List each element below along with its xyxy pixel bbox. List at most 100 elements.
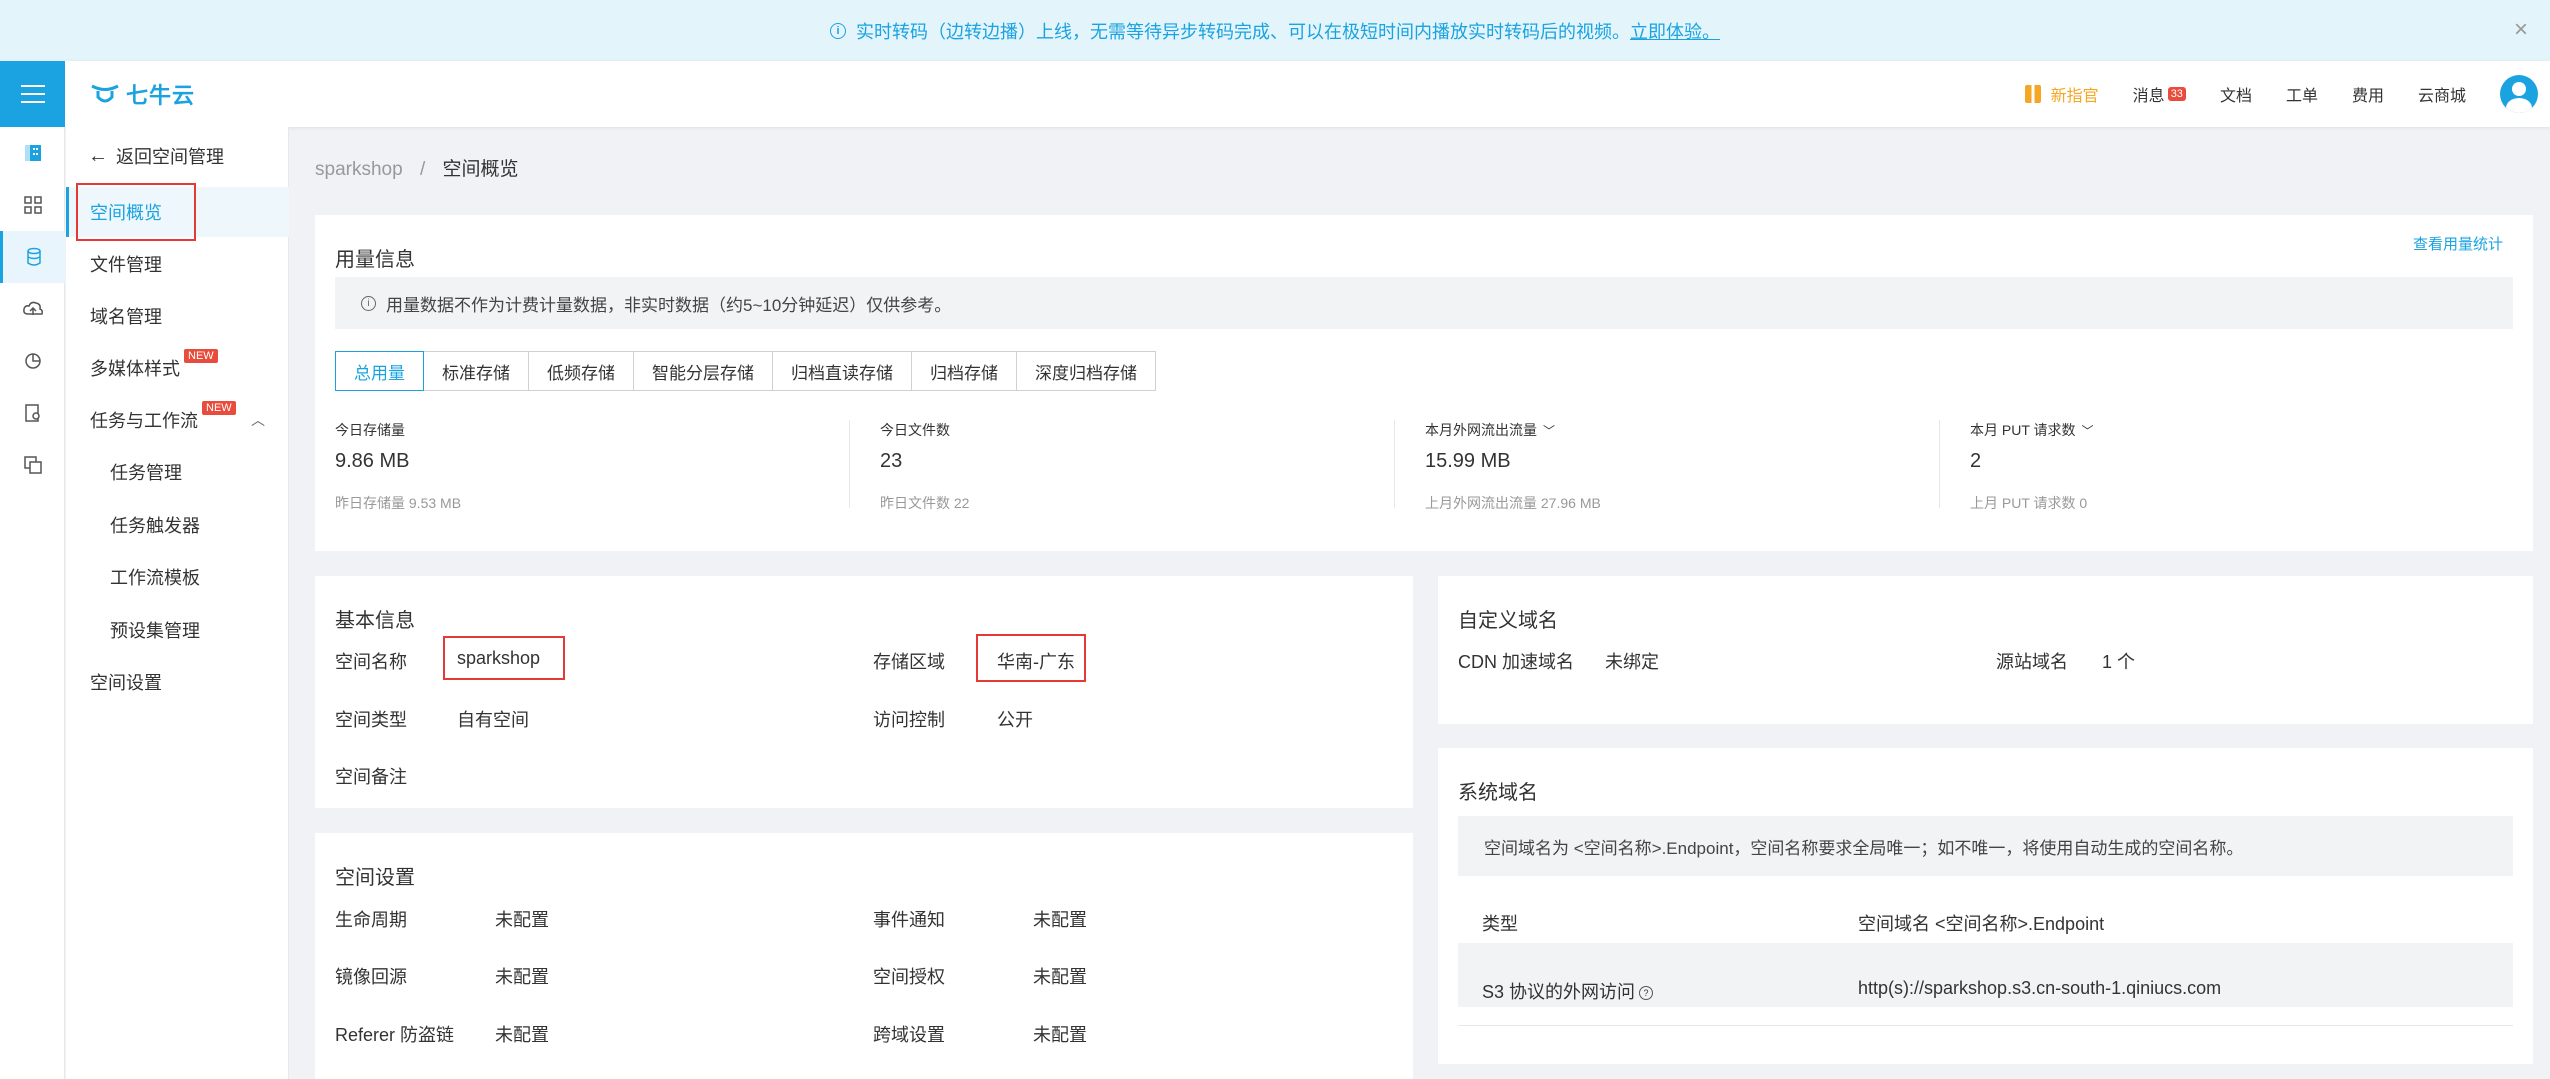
rail-item-media[interactable] <box>0 387 65 439</box>
divider <box>1458 1025 2513 1026</box>
stat-label: 本月 PUT 请求数 <box>1970 422 2076 438</box>
grid-icon <box>23 196 42 214</box>
tab-archive[interactable]: 归档存储 <box>912 352 1017 390</box>
tab-archive-ir[interactable]: 归档直读存储 <box>773 352 912 390</box>
region-value: 华南-广东 <box>997 652 1075 672</box>
usage-notice: i 用量数据不作为计费计量数据，非实时数据（约5~10分钟延迟）仅供参考。 <box>335 277 2513 329</box>
stat-label-dropdown[interactable]: 本月外网流出流量 ﹀ <box>1425 420 1970 440</box>
cdn-domain-value: 未绑定 <box>1605 652 1659 672</box>
help-icon[interactable]: ? <box>1639 986 1654 1001</box>
storage-type-tabs: 总用量 标准存储 低频存储 智能分层存储 归档直读存储 归档存储 深度归档存储 <box>335 351 1156 391</box>
logo-text: 七牛云 <box>126 83 196 108</box>
sidebar-item-label: 任务管理 <box>110 463 182 483</box>
custom-domain-title: 自定义域名 <box>1458 610 1558 632</box>
tickets-link[interactable]: 工单 <box>2286 82 2318 106</box>
breadcrumb-separator: / <box>419 159 426 180</box>
system-domain-title: 系统域名 <box>1458 782 1538 804</box>
usage-title: 用量信息 <box>335 249 415 271</box>
rail-item-other[interactable] <box>0 439 65 491</box>
stat-value: 2 <box>1970 450 1982 472</box>
stat-value: 15.99 MB <box>1425 450 1511 472</box>
messages-label: 消息 <box>2132 88 2165 105</box>
close-icon[interactable]: × <box>2514 16 2528 44</box>
stat-file-count: 今日文件数 23 昨日文件数 22 <box>880 420 1425 520</box>
sidebar-item-media-styles[interactable]: 多媒体样式 NEW <box>66 343 289 393</box>
mall-link[interactable]: 云商城 <box>2418 82 2466 106</box>
info-icon: i <box>830 22 846 39</box>
sidebar-item-label: 工作流模板 <box>110 568 200 588</box>
logo[interactable]: 七牛云 <box>90 78 195 110</box>
sidebar-item-task-triggers[interactable]: 任务触发器 <box>66 500 289 550</box>
region-label: 存储区域 <box>873 652 945 672</box>
sidebar-item-presets[interactable]: 预设集管理 <box>66 605 289 655</box>
s3-access-value: http(s)://sparkshop.s3.cn-south-1.qiniuc… <box>1858 978 2222 998</box>
access-control-label: 访问控制 <box>873 710 945 730</box>
new-guide-link[interactable]: 新指官 <box>2024 82 2099 106</box>
copy-icon <box>23 456 42 474</box>
stat-value: 23 <box>880 450 903 472</box>
rail-item-stats[interactable] <box>0 335 65 387</box>
stat-label: 今日文件数 <box>880 422 950 438</box>
banner-link[interactable]: 立即体验。 <box>1630 18 1720 44</box>
billing-link[interactable]: 费用 <box>2352 82 2384 106</box>
sidebar-item-label: 文件管理 <box>90 255 162 275</box>
breadcrumb: sparkshop / 空间概览 <box>315 154 519 181</box>
chevron-down-icon: ﹀ <box>2081 423 2094 438</box>
docs-link[interactable]: 文档 <box>2220 82 2252 106</box>
rail-item-apps[interactable] <box>0 179 65 231</box>
back-to-buckets-link[interactable]: ← 返回空间管理 <box>88 141 224 171</box>
new-badge: NEW <box>184 349 218 363</box>
announcement-banner: i 实时转码（边转边播）上线，无需等待异步转码完成、可以在极短时间内播放实时转码… <box>0 0 2550 61</box>
sidebar-item-label: 预设集管理 <box>110 621 200 641</box>
view-usage-stats-link[interactable]: 查看用量统计 <box>2413 233 2503 254</box>
rail-item-overview[interactable] <box>0 127 65 179</box>
cdn-domain-label: CDN 加速域名 <box>1458 652 1574 672</box>
sidebar-item-workflow-templates[interactable]: 工作流模板 <box>66 552 289 602</box>
origin-domain-label: 源站域名 <box>1996 652 2068 672</box>
mirror-origin-label: 镜像回源 <box>335 967 407 987</box>
building-icon <box>24 145 41 161</box>
basic-info-card: 基本信息 空间名称 sparkshop 存储区域 华南-广东 空间类型 自有空间… <box>315 576 1413 808</box>
gift-icon <box>2024 85 2041 103</box>
bucket-authorization-value: 未配置 <box>1033 967 1087 987</box>
stat-label-dropdown[interactable]: 本月 PUT 请求数 ﹀ <box>1970 420 2515 440</box>
basic-info-title: 基本信息 <box>335 610 415 632</box>
new-guide-label: 新指官 <box>2050 88 2099 105</box>
bucket-type-label: 空间类型 <box>335 710 407 730</box>
tab-intelligent-tiering[interactable]: 智能分层存储 <box>634 352 773 390</box>
avatar[interactable] <box>2500 75 2538 113</box>
tab-total[interactable]: 总用量 <box>335 351 424 391</box>
back-label: 返回空间管理 <box>116 147 224 167</box>
event-notification-label: 事件通知 <box>873 910 945 930</box>
info-icon: i <box>361 295 376 311</box>
cloud-upload-icon <box>22 301 43 315</box>
column-header-type: 类型 <box>1482 914 1518 934</box>
divider <box>849 420 850 508</box>
top-header: 七牛云 新指官 消息 33 文档 工单 费用 云商城 <box>0 61 2550 127</box>
pie-chart-icon <box>24 353 41 369</box>
messages-link[interactable]: 消息 33 <box>2133 82 2186 106</box>
tab-low-frequency[interactable]: 低频存储 <box>529 352 634 390</box>
rail-item-cdn[interactable] <box>0 283 65 335</box>
stat-previous: 上月外网流出流量 27.96 MB <box>1425 495 1601 511</box>
sidebar-item-bucket-settings[interactable]: 空间设置 <box>66 657 289 707</box>
sidebar-item-files[interactable]: 文件管理 <box>66 239 289 289</box>
bucket-type-value: 自有空间 <box>457 710 529 730</box>
logo-icon <box>91 84 119 103</box>
sidebar-item-task-management[interactable]: 任务管理 <box>66 447 289 497</box>
hamburger-menu-button[interactable] <box>0 61 65 127</box>
divider <box>1939 420 1940 508</box>
system-domain-notice: 空间域名为 <空间名称>.Endpoint，空间名称要求全局唯一；如不唯一，将使… <box>1458 816 2513 876</box>
tab-standard[interactable]: 标准存储 <box>424 352 529 390</box>
chevron-down-icon: ﹀ <box>1543 423 1556 438</box>
sidebar-item-label: 空间概览 <box>90 203 162 223</box>
stat-label: 今日存储量 <box>335 422 405 438</box>
sidebar-item-tasks-workflows[interactable]: 任务与工作流 NEW ︿ <box>66 395 289 445</box>
rail-item-storage[interactable] <box>0 231 65 283</box>
tab-deep-archive[interactable]: 深度归档存储 <box>1017 352 1155 390</box>
breadcrumb-root[interactable]: sparkshop <box>315 159 403 180</box>
sidebar-item-domains[interactable]: 域名管理 <box>66 291 289 341</box>
sidebar-item-overview[interactable]: 空间概览 <box>66 187 289 237</box>
cors-value: 未配置 <box>1033 1025 1087 1045</box>
lifecycle-label: 生命周期 <box>335 910 407 930</box>
